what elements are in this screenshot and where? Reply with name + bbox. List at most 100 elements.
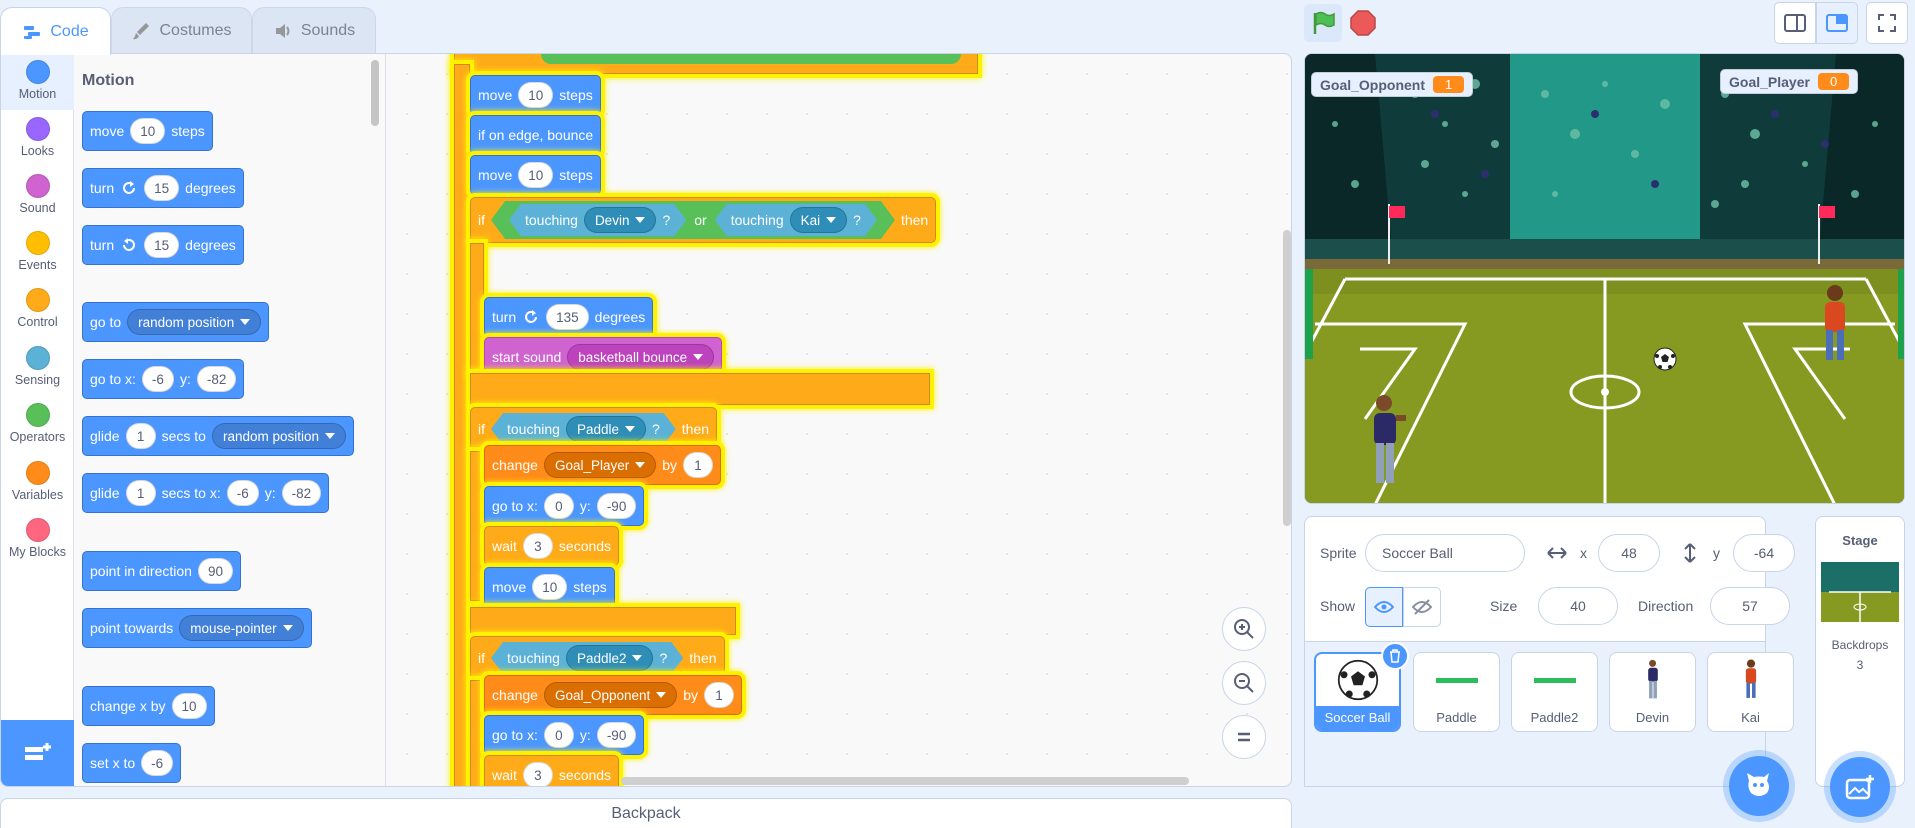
- glide-target-dropdown[interactable]: random position: [211, 423, 347, 449]
- steps-input[interactable]: 10: [130, 118, 166, 144]
- touching-target-dropdown[interactable]: Devin: [584, 207, 657, 233]
- script-change-goal-opponent[interactable]: change Goal_Opponent by 1: [484, 675, 743, 715]
- palette-goto-block[interactable]: go to random position: [82, 302, 270, 342]
- tab-code[interactable]: Code: [0, 7, 111, 55]
- script-move-block[interactable]: move 10 steps: [484, 567, 615, 607]
- steps-input[interactable]: 10: [532, 574, 568, 600]
- secs-input[interactable]: 1: [125, 480, 156, 506]
- zoom-out-button[interactable]: [1222, 661, 1266, 705]
- category-my-blocks[interactable]: My Blocks: [1, 512, 74, 568]
- fullscreen-button[interactable]: [1866, 2, 1908, 44]
- add-backdrop-button[interactable]: [1830, 757, 1890, 817]
- add-sprite-button[interactable]: [1729, 756, 1789, 816]
- sprite-tile-paddle2[interactable]: Paddle2: [1511, 652, 1598, 732]
- degrees-input[interactable]: 15: [144, 232, 180, 258]
- touching-kai-sensor[interactable]: touching Kai?: [715, 204, 877, 236]
- add-extension-button[interactable]: [1, 720, 74, 786]
- degrees-input[interactable]: 15: [144, 175, 180, 201]
- script-move-block[interactable]: move 10 steps: [470, 75, 601, 115]
- sprite-tile-devin[interactable]: Devin: [1609, 652, 1696, 732]
- x-change-input[interactable]: 10: [171, 693, 207, 719]
- palette-turn-left-block[interactable]: turn 15 degrees: [82, 225, 244, 265]
- change-by-input[interactable]: 1: [704, 682, 735, 708]
- script-wait-block[interactable]: wait 3 seconds: [484, 755, 620, 786]
- y-input[interactable]: -90: [596, 493, 637, 519]
- x-input[interactable]: -6: [226, 480, 259, 506]
- steps-input[interactable]: 10: [518, 82, 554, 108]
- or-operator[interactable]: touching Devin? or touching Kai?: [491, 201, 895, 239]
- size-input[interactable]: 40: [1538, 587, 1618, 625]
- palette-turn-right-block[interactable]: turn 15 degrees: [82, 168, 244, 208]
- script-vertical-scrollbar[interactable]: [1283, 230, 1291, 526]
- category-looks[interactable]: Looks: [1, 111, 74, 167]
- category-events[interactable]: Events: [1, 225, 74, 281]
- script-wait-block[interactable]: wait 3 seconds: [484, 526, 620, 566]
- towards-target-dropdown[interactable]: mouse-pointer: [179, 615, 304, 641]
- zoom-in-button[interactable]: [1222, 607, 1266, 651]
- delete-sprite-button[interactable]: [1381, 642, 1409, 670]
- touching-paddle-sensor[interactable]: touching Paddle?: [491, 413, 676, 445]
- category-sensing[interactable]: Sensing: [1, 340, 74, 396]
- touching-target-dropdown[interactable]: Paddle2: [566, 645, 654, 671]
- script-move-block[interactable]: move 10 steps: [470, 155, 601, 195]
- sprite-tile-paddle[interactable]: Paddle: [1413, 652, 1500, 732]
- palette-glide-to-block[interactable]: glide 1 secs to random position: [82, 416, 355, 456]
- kai-sprite[interactable]: [1817, 284, 1853, 366]
- seconds-input[interactable]: 3: [522, 533, 553, 559]
- x-input[interactable]: -6: [141, 366, 174, 392]
- touching-target-dropdown[interactable]: Kai: [790, 207, 848, 233]
- palette-point-direction-block[interactable]: point in direction 90: [82, 551, 241, 591]
- sound-dropdown[interactable]: basketball bounce: [567, 344, 715, 370]
- zoom-reset-button[interactable]: [1222, 715, 1266, 759]
- variable-dropdown[interactable]: Goal_Opponent: [543, 682, 678, 708]
- stop-button[interactable]: [1348, 8, 1378, 38]
- tab-sounds[interactable]: Sounds: [252, 7, 376, 54]
- category-variables[interactable]: Variables: [1, 455, 74, 511]
- script-bounce-block[interactable]: if on edge, bounce: [470, 115, 602, 155]
- script-turn-block[interactable]: turn 135 degrees: [484, 297, 654, 337]
- sprite-tile-soccer-ball[interactable]: Soccer Ball: [1314, 642, 1409, 732]
- large-stage-button[interactable]: [1816, 2, 1858, 44]
- palette-goto-xy-block[interactable]: go to x: -6 y: -82: [82, 359, 245, 399]
- script-goto-xy-block[interactable]: go to x: 0 y: -90: [484, 715, 645, 755]
- palette-move-block[interactable]: move 10 steps: [82, 111, 213, 151]
- sprite-tile-kai[interactable]: Kai: [1707, 652, 1794, 732]
- script-if-touching-devin-or-kai[interactable]: if touching Devin? or touching Kai? then: [470, 197, 937, 243]
- category-motion[interactable]: Motion: [1, 54, 74, 110]
- y-input[interactable]: -82: [281, 480, 322, 506]
- x-set-input[interactable]: -6: [141, 750, 174, 776]
- palette-set-x-block[interactable]: set x to -6: [82, 743, 182, 783]
- touching-paddle2-sensor[interactable]: touching Paddle2?: [491, 642, 683, 674]
- palette-glide-xy-block[interactable]: glide 1 secs to x: -6 y: -82: [82, 473, 330, 513]
- degrees-input[interactable]: 135: [546, 304, 589, 330]
- goto-target-dropdown[interactable]: random position: [127, 309, 262, 335]
- y-input[interactable]: -82: [196, 366, 237, 392]
- x-input[interactable]: 0: [543, 493, 574, 519]
- script-if-touching-paddle2[interactable]: if touching Paddle2? then: [470, 636, 725, 680]
- small-stage-button[interactable]: [1774, 2, 1816, 44]
- backpack[interactable]: Backpack: [0, 798, 1292, 828]
- soccer-ball-sprite[interactable]: [1653, 347, 1677, 371]
- y-input[interactable]: -64: [1733, 534, 1795, 572]
- script-start-sound-block[interactable]: start sound basketball bounce: [484, 337, 723, 377]
- variable-dropdown[interactable]: Goal_Player: [543, 452, 657, 478]
- secs-input[interactable]: 1: [125, 423, 156, 449]
- x-input[interactable]: 48: [1598, 534, 1660, 572]
- touching-target-dropdown[interactable]: Paddle: [566, 416, 646, 442]
- palette-change-x-block[interactable]: change x by 10: [82, 686, 215, 726]
- category-operators[interactable]: Operators: [1, 397, 74, 453]
- devin-sprite[interactable]: [1362, 393, 1408, 489]
- x-input[interactable]: 0: [543, 722, 574, 748]
- show-visible-button[interactable]: [1365, 587, 1403, 627]
- category-sound[interactable]: Sound: [1, 168, 74, 224]
- palette-point-towards-block[interactable]: point towards mouse-pointer: [82, 608, 312, 648]
- stage-target-panel[interactable]: Stage Backdrops 3: [1815, 516, 1905, 817]
- steps-input[interactable]: 10: [518, 162, 554, 188]
- script-change-goal-player[interactable]: change Goal_Player by 1: [484, 445, 722, 485]
- script-horizontal-scrollbar[interactable]: [621, 777, 1189, 785]
- stage-canvas[interactable]: Goal_Opponent 1 Goal_Player 0: [1304, 53, 1905, 504]
- seconds-input[interactable]: 3: [522, 762, 553, 786]
- direction-input[interactable]: 57: [1710, 587, 1790, 625]
- y-input[interactable]: -90: [596, 722, 637, 748]
- show-hidden-button[interactable]: [1403, 587, 1441, 627]
